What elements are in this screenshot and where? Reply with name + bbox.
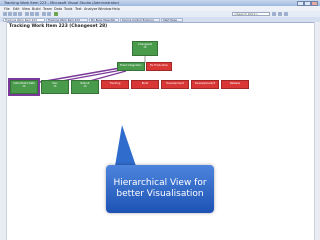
node-leaf-5[interactable]: Build (131, 80, 159, 89)
node-leaf-6-label: Development (166, 81, 184, 85)
node-middle-label: Fixed Integration (120, 63, 142, 67)
node-leaf-1[interactable]: Initial Build Data 26 (8, 78, 40, 96)
node-leaf-7[interactable]: Development/3 (191, 80, 219, 89)
node-leaf-6[interactable]: Development (161, 80, 189, 89)
node-leaf-4[interactable]: Tracking (101, 80, 129, 89)
callout-box: Hierarchical View for better Visualisati… (106, 165, 214, 213)
node-mid-right[interactable]: Fix Production (146, 62, 172, 71)
node-mid-right-label: Fix Production (149, 63, 169, 67)
callout-pointer (115, 125, 136, 166)
node-leaf-4-label: Tracking (109, 81, 121, 85)
node-leaf-3[interactable]: Rollout 26 (71, 80, 99, 94)
node-leaf-7-label: Development/3 (195, 81, 215, 85)
node-root[interactable]: Changeset 28 (132, 41, 158, 56)
node-leaf-2-id: 26 (53, 84, 57, 88)
node-middle[interactable]: Fixed Integration (117, 62, 145, 71)
node-leaf-5-label: Build (141, 81, 149, 85)
node-leaf-1-id: 26 (22, 84, 26, 88)
node-leaf-8[interactable]: Release (221, 80, 249, 89)
callout-line-2: better Visualisation (116, 189, 204, 199)
node-root-id: 28 (143, 45, 147, 49)
callout-line-1: Hierarchical View for (113, 178, 207, 188)
node-leaf-3-id: 26 (83, 84, 87, 88)
node-leaf-8-label: Release (229, 81, 241, 85)
node-leaf-2[interactable]: Dev 26 (41, 80, 69, 94)
